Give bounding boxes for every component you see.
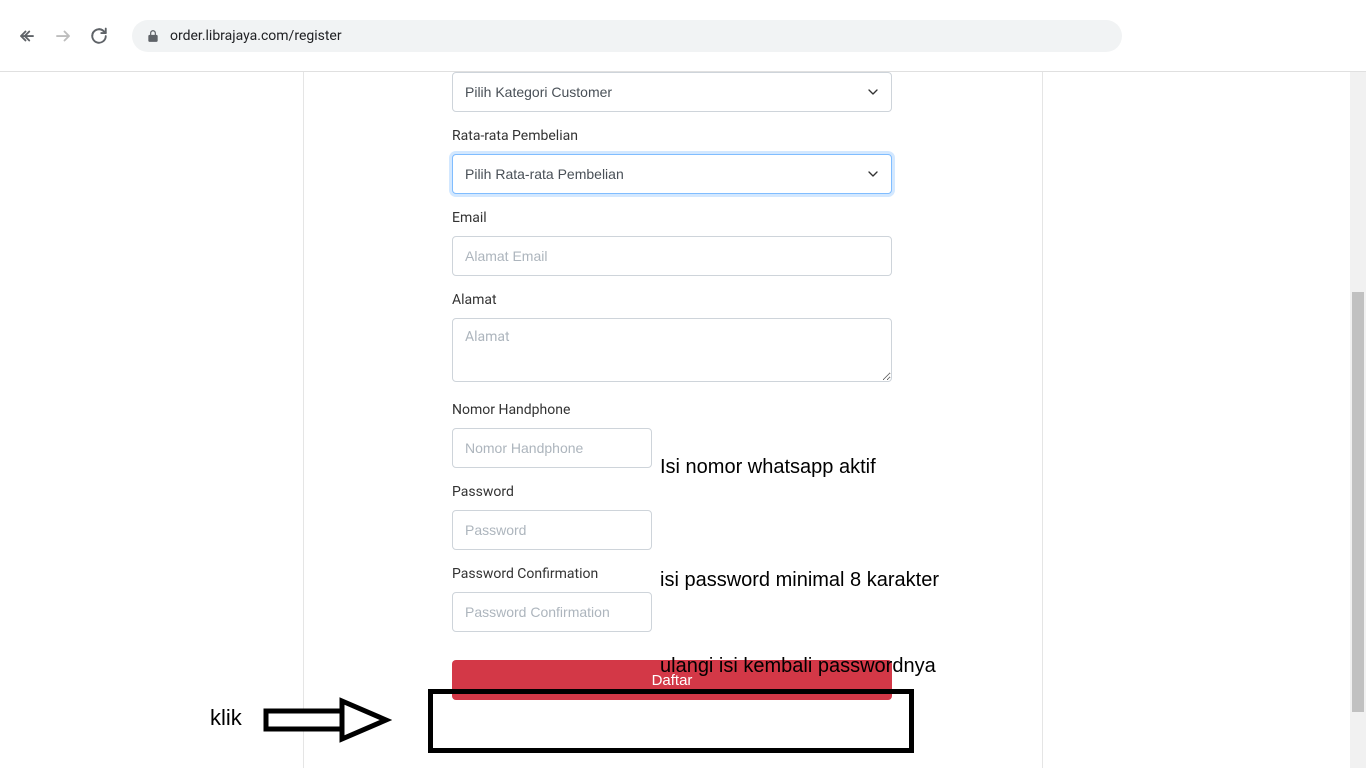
annotation-confirm: ulangi isi kembali passwordnya: [660, 655, 936, 678]
email-input[interactable]: [452, 236, 892, 276]
lock-icon: [146, 29, 160, 43]
browser-chrome: order.librajaya.com/register: [0, 0, 1366, 72]
phone-input[interactable]: [452, 428, 652, 468]
phone-label: Nomor Handphone: [452, 402, 892, 418]
purchase-label: Rata-rata Pembelian: [452, 128, 892, 144]
url-bar[interactable]: order.librajaya.com/register: [132, 20, 1122, 52]
password-confirm-input[interactable]: [452, 592, 652, 632]
scrollbar-thumb[interactable]: [1352, 292, 1364, 712]
reload-icon[interactable]: [90, 27, 108, 45]
scrollbar-track[interactable]: [1350, 72, 1366, 768]
annotation-phone: Isi nomor whatsapp aktif: [660, 456, 876, 479]
page-content: Pilih Kategori Customer Rata-rata Pembel…: [0, 72, 1366, 768]
form-group-email: Email: [452, 210, 892, 276]
back-icon[interactable]: [18, 27, 36, 45]
form-group-password: Password: [452, 484, 892, 550]
annotation-password: isi password minimal 8 karakter: [660, 569, 939, 592]
forward-icon[interactable]: [54, 27, 72, 45]
email-label: Email: [452, 210, 892, 226]
nav-buttons: [12, 27, 108, 45]
form-group-category: Pilih Kategori Customer: [452, 72, 892, 112]
address-textarea[interactable]: [452, 318, 892, 382]
annotation-klik: klik: [210, 705, 242, 731]
password-label: Password: [452, 484, 892, 500]
arrow-annotation: [262, 697, 392, 747]
purchase-select[interactable]: Pilih Rata-rata Pembelian: [452, 154, 892, 194]
form-group-address: Alamat: [452, 292, 892, 386]
password-input[interactable]: [452, 510, 652, 550]
address-label: Alamat: [452, 292, 892, 308]
form-group-purchase: Rata-rata Pembelian Pilih Rata-rata Pemb…: [452, 128, 892, 194]
arrow-icon: [262, 697, 392, 743]
url-text: order.librajaya.com/register: [170, 28, 342, 44]
category-select[interactable]: Pilih Kategori Customer: [452, 72, 892, 112]
